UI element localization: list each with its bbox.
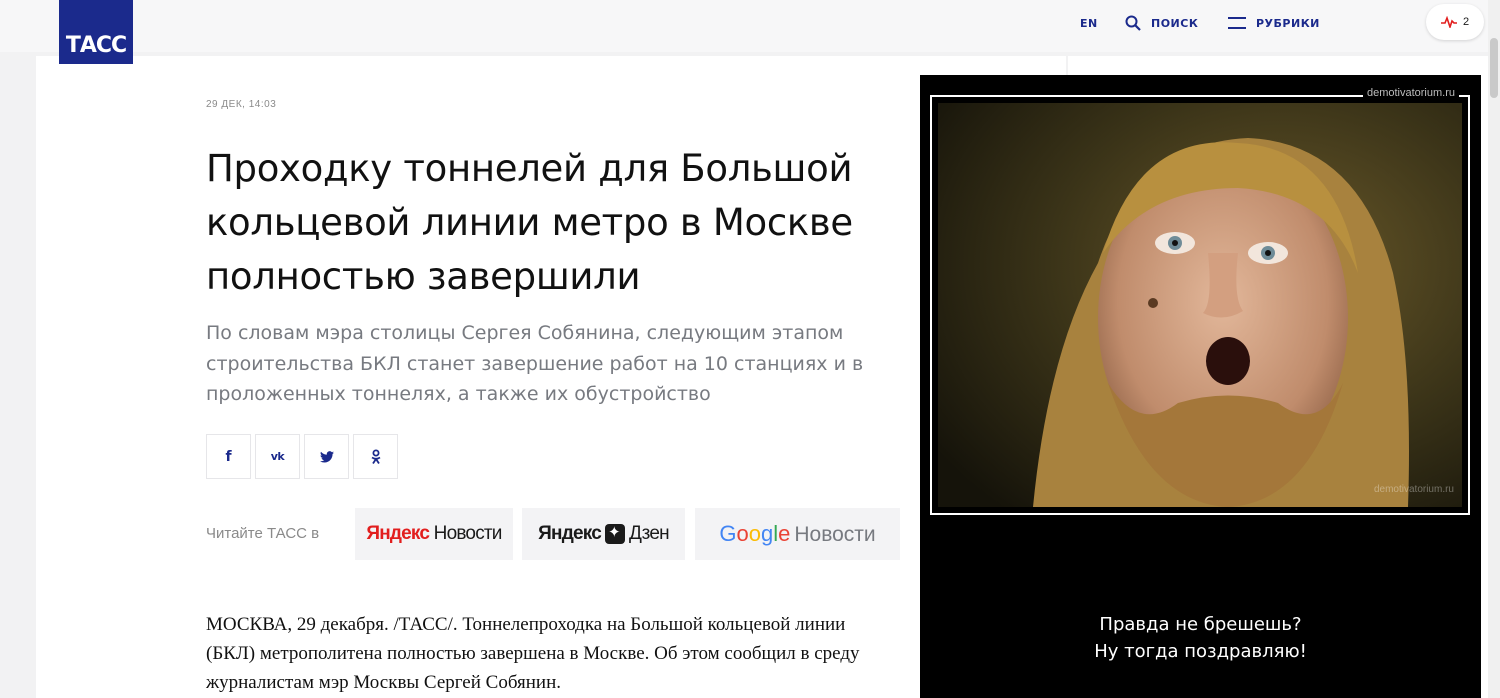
odnoklassniki-icon: [371, 449, 380, 464]
twitter-icon: [319, 450, 334, 463]
share-facebook-button[interactable]: f: [206, 434, 251, 479]
yandex-news-logo: Яндекс Новости: [366, 523, 502, 544]
vk-icon: vk: [270, 450, 285, 463]
language-switch-link[interactable]: EN: [1080, 14, 1098, 32]
yandex-news-button[interactable]: Яндекс Новости: [355, 508, 513, 560]
rubrics-label: РУБРИКИ: [1256, 16, 1320, 30]
article-body: МОСКВА, 29 декабря. /ТАСС/. Тоннелепрохо…: [206, 614, 860, 693]
article-headline: Проходку тоннелей для Большой кольцевой …: [206, 147, 853, 298]
pulse-icon: [1440, 16, 1457, 28]
yandex-zen-button[interactable]: Яндекс Дзен: [522, 508, 685, 560]
share-odnoklassniki-button[interactable]: [353, 434, 398, 479]
share-vk-button[interactable]: vk: [255, 434, 300, 479]
search-label: ПОИСК: [1151, 16, 1199, 30]
share-buttons: f vk: [206, 434, 398, 479]
language-switch-label: EN: [1080, 16, 1098, 30]
meme-caption-line-2: Ну тогда поздравляю!: [1094, 641, 1307, 662]
hamburger-icon: [1228, 17, 1246, 29]
scrollbar[interactable]: [1488, 0, 1500, 698]
read-tass-in-label: Читайте ТАСС в: [206, 525, 320, 542]
meme-watermark: demotivatorium.ru: [1373, 484, 1454, 495]
facebook-icon: f: [225, 448, 232, 465]
meme-caption-line-1: Правда не брешешь?: [1099, 614, 1302, 635]
pulse-notifications-button[interactable]: 2: [1426, 4, 1484, 40]
search-button[interactable]: ПОИСК: [1125, 14, 1198, 32]
meme-caption: Правда не брешешь? Ну тогда поздравляю!: [920, 611, 1481, 665]
meme-photo: [938, 103, 1462, 507]
google-news-logo: Google Новости: [719, 521, 876, 546]
article-lead: По словам мэра столицы Сергея Собянина, …: [206, 322, 864, 405]
tass-logo[interactable]: ТАСС: [59, 0, 133, 64]
meme-site-label: demotivatorium.ru: [1362, 87, 1459, 99]
zen-icon: [604, 523, 625, 544]
share-twitter-button[interactable]: [304, 434, 349, 479]
scrollbar-thumb[interactable]: [1490, 38, 1498, 98]
google-news-button[interactable]: Google Новости: [695, 508, 900, 560]
search-icon: [1125, 15, 1141, 31]
yandex-zen-logo: Яндекс Дзен: [538, 523, 670, 545]
demotivator-frame: demotivatorium.ru: [930, 95, 1470, 515]
demotivator-image: demotivatorium.ru demotivatorium.ru Прав…: [920, 75, 1481, 698]
article-date: 29 ДЕК, 14:03: [206, 99, 277, 110]
pulse-count: 2: [1462, 16, 1470, 28]
rubrics-menu-button[interactable]: РУБРИКИ: [1228, 14, 1320, 32]
